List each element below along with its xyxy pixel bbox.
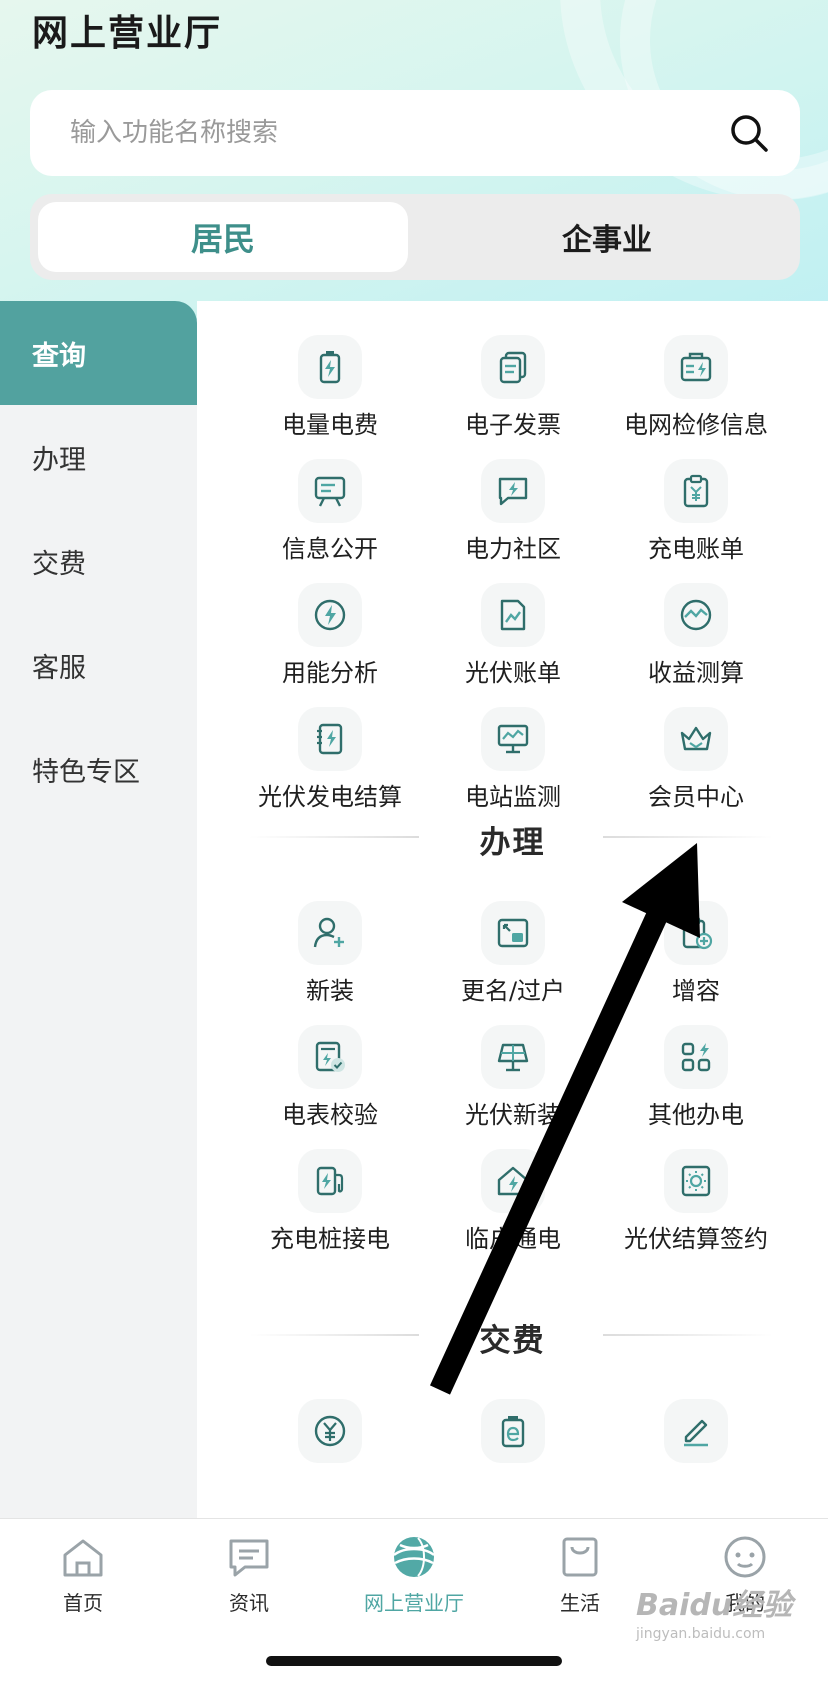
chat-bolt-icon (498, 477, 528, 506)
page-title: 网上营业厅 (32, 13, 223, 54)
sidebar-item-pay[interactable]: 交费 (0, 509, 197, 613)
service-e-pay[interactable] (421, 1399, 605, 1509)
tab-enterprise[interactable]: 企事业 (422, 202, 792, 272)
service-temp-power[interactable]: 临户通电 (421, 1149, 605, 1259)
service-revenue-estimate[interactable]: 收益测算 (604, 583, 788, 693)
transfer-box-icon (497, 918, 529, 948)
service-other-power[interactable]: 其他办电 (604, 1025, 788, 1135)
service-charger-connect[interactable]: 充电桩接电 (238, 1149, 422, 1259)
search-input[interactable] (70, 112, 690, 154)
sidebar-item-handle[interactable]: 办理 (0, 405, 197, 509)
clipboard-yen-icon (683, 474, 709, 508)
monitor-chart-icon (497, 724, 529, 754)
easel-board-icon (314, 476, 346, 507)
tab-online-hall[interactable]: 网上营业厅 (331, 1533, 497, 1633)
pen-sign-icon (684, 1419, 708, 1447)
message-icon (229, 1539, 269, 1577)
service-pay-fee[interactable] (238, 1399, 422, 1509)
service-charging-bill[interactable]: 充电账单 (604, 459, 788, 569)
sidebar-item-special[interactable]: 特色专区 (0, 717, 197, 821)
tab-news[interactable]: 资讯 (166, 1533, 332, 1633)
service-e-invoice[interactable]: 电子发票 (421, 335, 605, 445)
sidebar-item-query[interactable]: 查询 (0, 301, 197, 405)
service-meter-check[interactable]: 电表校验 (238, 1025, 422, 1135)
customer-type-switch: 居民 企事业 (30, 194, 800, 280)
globe-icon (393, 1537, 435, 1577)
sun-panel-icon (681, 1165, 711, 1197)
tab-home[interactable]: 首页 (0, 1533, 166, 1633)
service-capacity-increase[interactable]: 增容 (604, 901, 788, 1011)
search-bar[interactable] (30, 90, 800, 176)
service-pv-settlement[interactable]: 光伏发电结算 (238, 707, 422, 817)
battery-e-icon (501, 1416, 525, 1448)
meter-check-icon (315, 1041, 345, 1072)
service-power-community[interactable]: 电力社区 (421, 459, 605, 569)
document-chart-icon (500, 599, 526, 631)
service-new-install[interactable]: 新装 (238, 901, 422, 1011)
yen-coin-icon (314, 1415, 346, 1447)
section-header-pay: 交费 (197, 1309, 828, 1359)
search-icon[interactable] (728, 112, 770, 154)
category-sidebar: 查询 办理 交费 客服 特色专区 (0, 301, 197, 821)
service-sign-pay[interactable] (604, 1399, 788, 1509)
trend-circle-icon (680, 599, 712, 631)
smiley-face-icon (724, 1536, 766, 1578)
gauge-bolt-icon (314, 599, 346, 631)
home-icon (63, 1539, 103, 1577)
solar-panel-icon (497, 1043, 529, 1072)
tab-resident[interactable]: 居民 (38, 202, 408, 272)
section-header-handle: 办理 (197, 811, 828, 861)
service-member-center[interactable]: 会员中心 (604, 707, 788, 817)
invoice-icon (499, 351, 527, 384)
service-grid-maintenance[interactable]: 电网检修信息 (604, 335, 788, 445)
shopping-bag-icon (562, 1537, 598, 1577)
service-electricity-bill[interactable]: 电量电费 (238, 335, 422, 445)
watermark: Baidu经验 jingyan.baidu.com (636, 1588, 793, 1642)
service-station-monitor[interactable]: 电站监测 (421, 707, 605, 817)
apps-grid-icon (681, 1042, 711, 1072)
clipboard-plus-icon (682, 916, 713, 950)
service-info-disclosure[interactable]: 信息公开 (238, 459, 422, 569)
maintenance-bag-icon (680, 352, 712, 382)
services-panel: 电量电费 电子发票 电网检修信息 信息公开 电力社区 充电账单 用能分析 光伏账… (197, 301, 828, 1519)
charging-pile-icon (316, 1166, 344, 1196)
service-pv-contract[interactable]: 光伏结算签约 (604, 1149, 788, 1259)
sidebar-item-service[interactable]: 客服 (0, 613, 197, 717)
crown-icon (680, 726, 712, 751)
home-indicator (266, 1656, 562, 1666)
service-energy-analysis[interactable]: 用能分析 (238, 583, 422, 693)
service-rename-transfer[interactable]: 更名/过户 (421, 901, 605, 1011)
house-bolt-icon (497, 1166, 529, 1196)
service-pv-bill[interactable]: 光伏账单 (421, 583, 605, 693)
service-pv-install[interactable]: 光伏新装 (421, 1025, 605, 1135)
battery-bolt-icon (319, 351, 341, 384)
user-add-icon (313, 917, 344, 948)
notebook-bolt-icon (317, 723, 343, 755)
